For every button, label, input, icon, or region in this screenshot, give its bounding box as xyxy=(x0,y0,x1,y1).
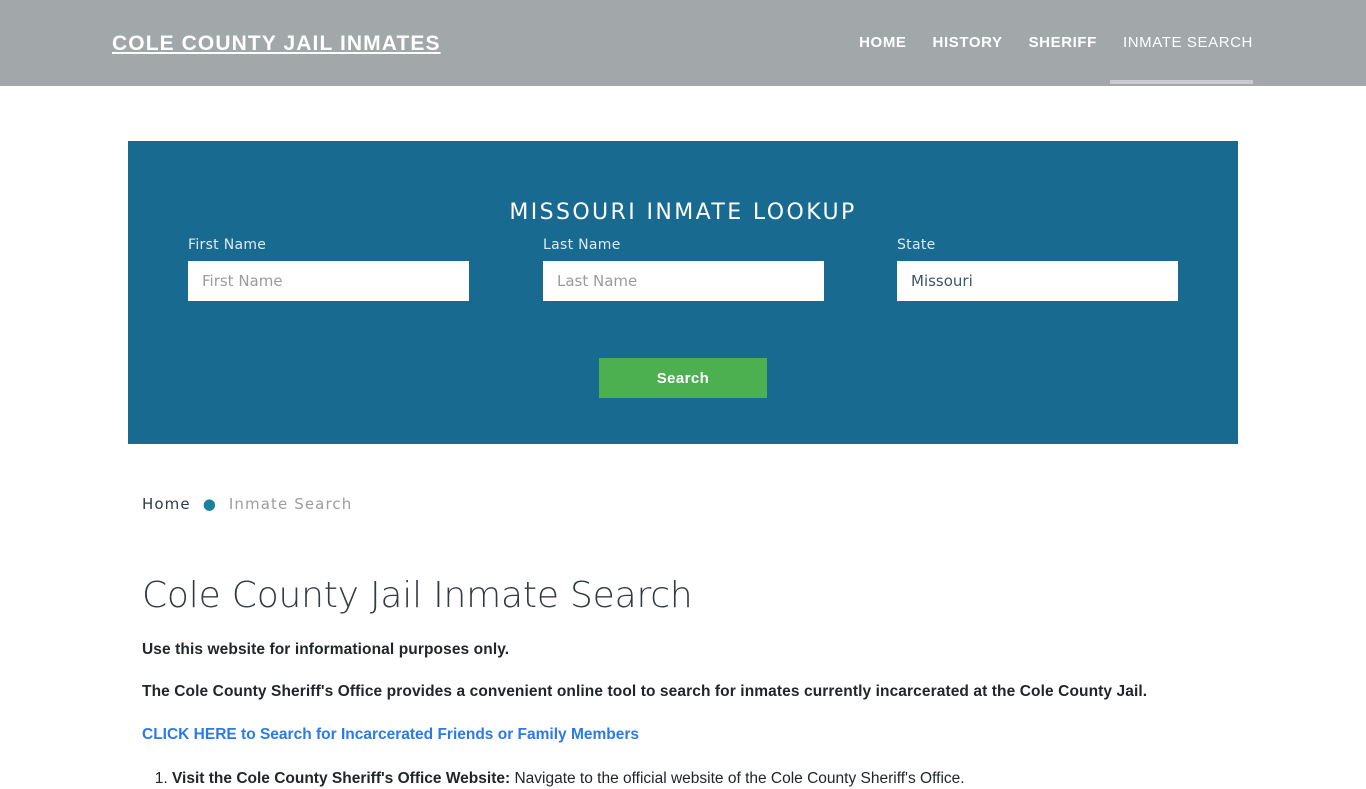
main-nav: Home History Sheriff Inmate Search xyxy=(846,30,1254,86)
nav-item-inmate-search[interactable]: Inmate Search xyxy=(1109,30,1254,84)
first-name-field-group: First Name xyxy=(188,237,469,301)
last-name-field-group: Last Name xyxy=(543,237,824,301)
main-content: Home ● Inmate Search Cole County Jail In… xyxy=(142,492,1242,789)
search-cta-link[interactable]: CLICK HERE to Search for Incarcerated Fr… xyxy=(142,725,1242,745)
step-text: Navigate to the official website of the … xyxy=(510,770,965,787)
state-field-group: State xyxy=(897,237,1178,301)
site-header: Cole County Jail Inmates Home History Sh… xyxy=(0,0,1366,86)
last-name-label: Last Name xyxy=(543,237,621,253)
list-item: Visit the Cole County Sheriff's Office W… xyxy=(172,769,1242,789)
lookup-title: Missouri Inmate Lookup xyxy=(509,200,857,226)
breadcrumb-home[interactable]: Home xyxy=(142,495,191,513)
intro-paragraph-1: Use this website for informational purpo… xyxy=(142,641,510,658)
breadcrumb: Home ● Inmate Search xyxy=(142,492,1242,516)
nav-item-sheriff[interactable]: Sheriff xyxy=(1016,30,1110,56)
breadcrumb-current: Inmate Search xyxy=(228,495,353,513)
state-label: State xyxy=(897,237,936,253)
breadcrumb-separator-icon: ● xyxy=(202,494,217,513)
state-input[interactable] xyxy=(897,261,1178,301)
first-name-input[interactable] xyxy=(188,261,469,301)
site-brand[interactable]: Cole County Jail Inmates xyxy=(112,30,441,58)
intro-paragraph-2: The Cole County Sheriff's Office provide… xyxy=(142,683,1148,700)
first-name-label: First Name xyxy=(188,237,267,253)
last-name-input[interactable] xyxy=(543,261,824,301)
nav-item-history[interactable]: History xyxy=(920,30,1016,56)
steps-list: Visit the Cole County Sheriff's Office W… xyxy=(142,769,1242,789)
nav-item-home[interactable]: Home xyxy=(846,30,919,56)
step-lead: Visit the Cole County Sheriff's Office W… xyxy=(172,770,511,787)
inmate-lookup-panel: Missouri Inmate Lookup First Name Last N… xyxy=(128,141,1238,444)
search-button[interactable]: Search xyxy=(599,358,767,398)
page-title: Cole County Jail Inmate Search xyxy=(142,575,693,616)
